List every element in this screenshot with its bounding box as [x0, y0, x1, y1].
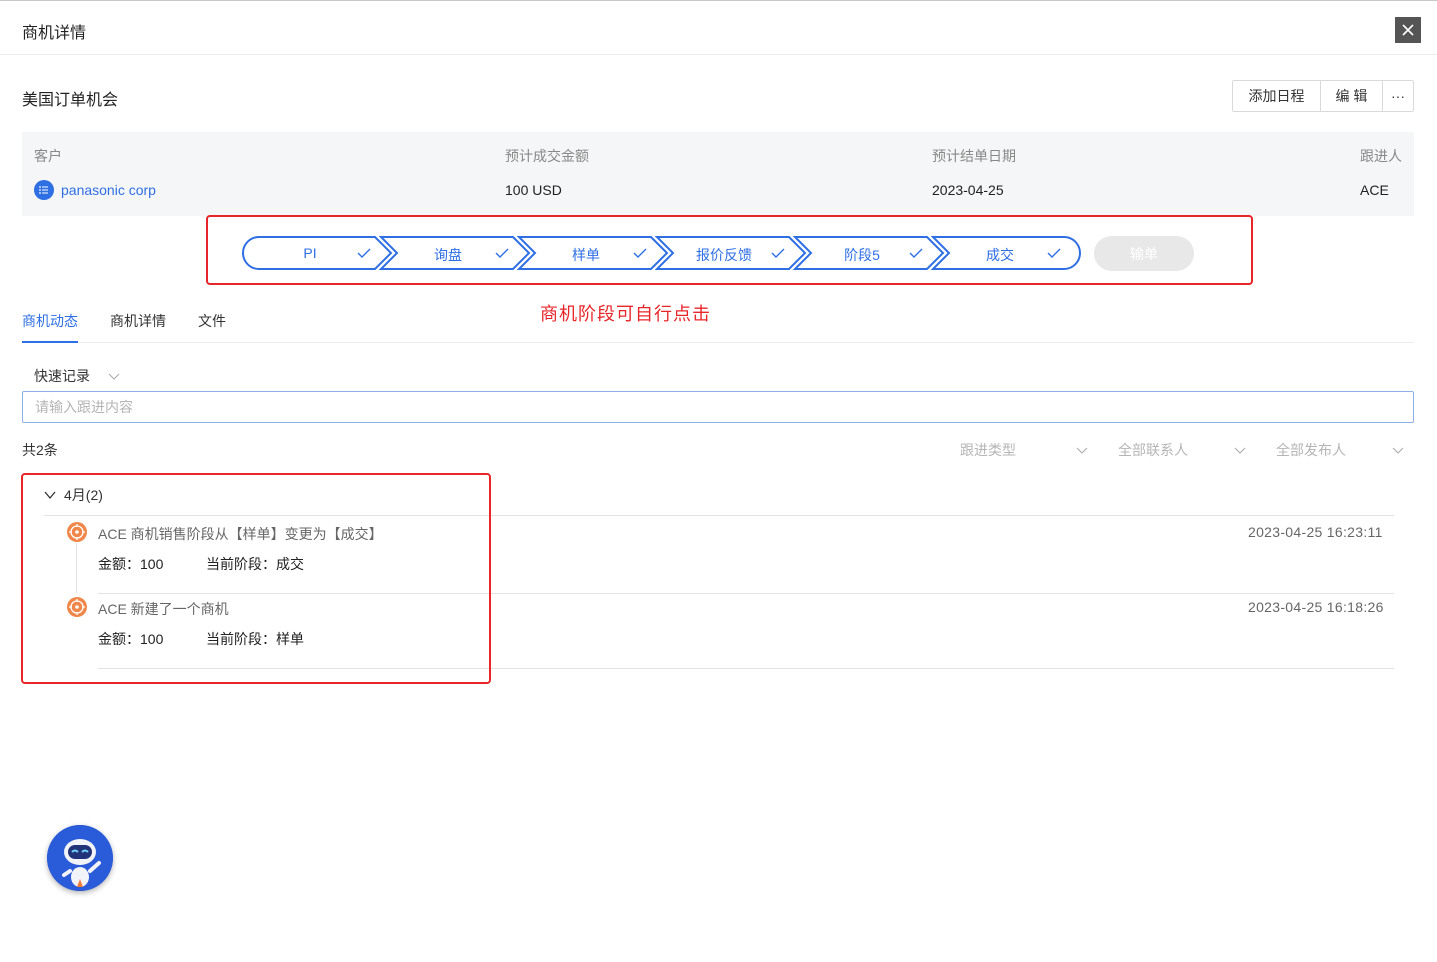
chevron-down-icon — [108, 373, 120, 380]
close-icon — [1402, 24, 1414, 36]
action-button-group: 添加日程 编 辑 ··· — [1232, 80, 1414, 112]
filter-follow-type-label: 跟进类型 — [960, 442, 1016, 458]
owner-label: 跟进人 — [1360, 148, 1402, 164]
customer-link[interactable]: panasonic corp — [34, 180, 156, 200]
assistant-robot-button[interactable] — [47, 825, 113, 891]
customer-name: panasonic corp — [61, 182, 156, 198]
robot-icon — [47, 825, 113, 891]
filter-follow-type[interactable]: 跟进类型 — [960, 440, 1088, 460]
close-date-value: 2023-04-25 — [932, 182, 1004, 198]
owner-column: 跟进人 ACE — [1360, 146, 1402, 200]
amount-value: 100 USD — [505, 182, 562, 198]
amount-label: 预计成交金额 — [505, 148, 589, 164]
close-date-label: 预计结单日期 — [932, 148, 1016, 164]
opportunity-name: 美国订单机会 — [22, 92, 119, 109]
edit-button[interactable]: 编 辑 — [1321, 81, 1383, 111]
entry-time: 2023-04-25 16:18:26 — [1248, 599, 1384, 615]
dialog-title: 商机详情 — [22, 25, 87, 42]
filter-contacts-label: 全部联系人 — [1118, 442, 1188, 458]
close-button[interactable] — [1395, 17, 1421, 43]
tab-bar: 商机动态 商机详情 文件 — [22, 296, 1414, 343]
total-count: 共2条 — [22, 442, 58, 458]
dialog-header: 商机详情 — [0, 1, 1437, 55]
timeline-highlight-box — [21, 473, 491, 684]
chevron-down-icon — [1392, 447, 1404, 454]
stage-highlight-box — [206, 215, 1253, 285]
filter-publisher-label: 全部发布人 — [1276, 442, 1346, 458]
entry-time: 2023-04-25 16:23:11 — [1248, 524, 1383, 540]
more-button[interactable]: ··· — [1383, 81, 1413, 111]
quick-record-label: 快速记录 — [34, 368, 90, 384]
follow-up-input[interactable] — [22, 391, 1414, 423]
customer-column: 客户 panasonic corp — [34, 146, 156, 200]
tab-details[interactable]: 商机详情 — [110, 311, 166, 343]
amount-column: 预计成交金额 100 USD — [505, 146, 589, 200]
owner-value: ACE — [1360, 182, 1389, 198]
customer-list-icon — [34, 180, 54, 200]
customer-label: 客户 — [34, 148, 62, 164]
tab-dynamics[interactable]: 商机动态 — [22, 311, 78, 343]
chevron-down-icon — [1234, 447, 1246, 454]
opportunity-info-panel: 客户 panasonic corp 预计成交金额 100 USD 预计结单日期 … — [22, 132, 1414, 216]
filter-publisher[interactable]: 全部发布人 — [1276, 440, 1404, 460]
tab-files[interactable]: 文件 — [198, 311, 226, 343]
quick-record-dropdown[interactable]: 快速记录 — [34, 366, 120, 386]
add-schedule-button[interactable]: 添加日程 — [1233, 81, 1321, 111]
filter-contacts[interactable]: 全部联系人 — [1118, 440, 1246, 460]
close-date-column: 预计结单日期 2023-04-25 — [932, 146, 1016, 200]
chevron-down-icon — [1076, 447, 1088, 454]
